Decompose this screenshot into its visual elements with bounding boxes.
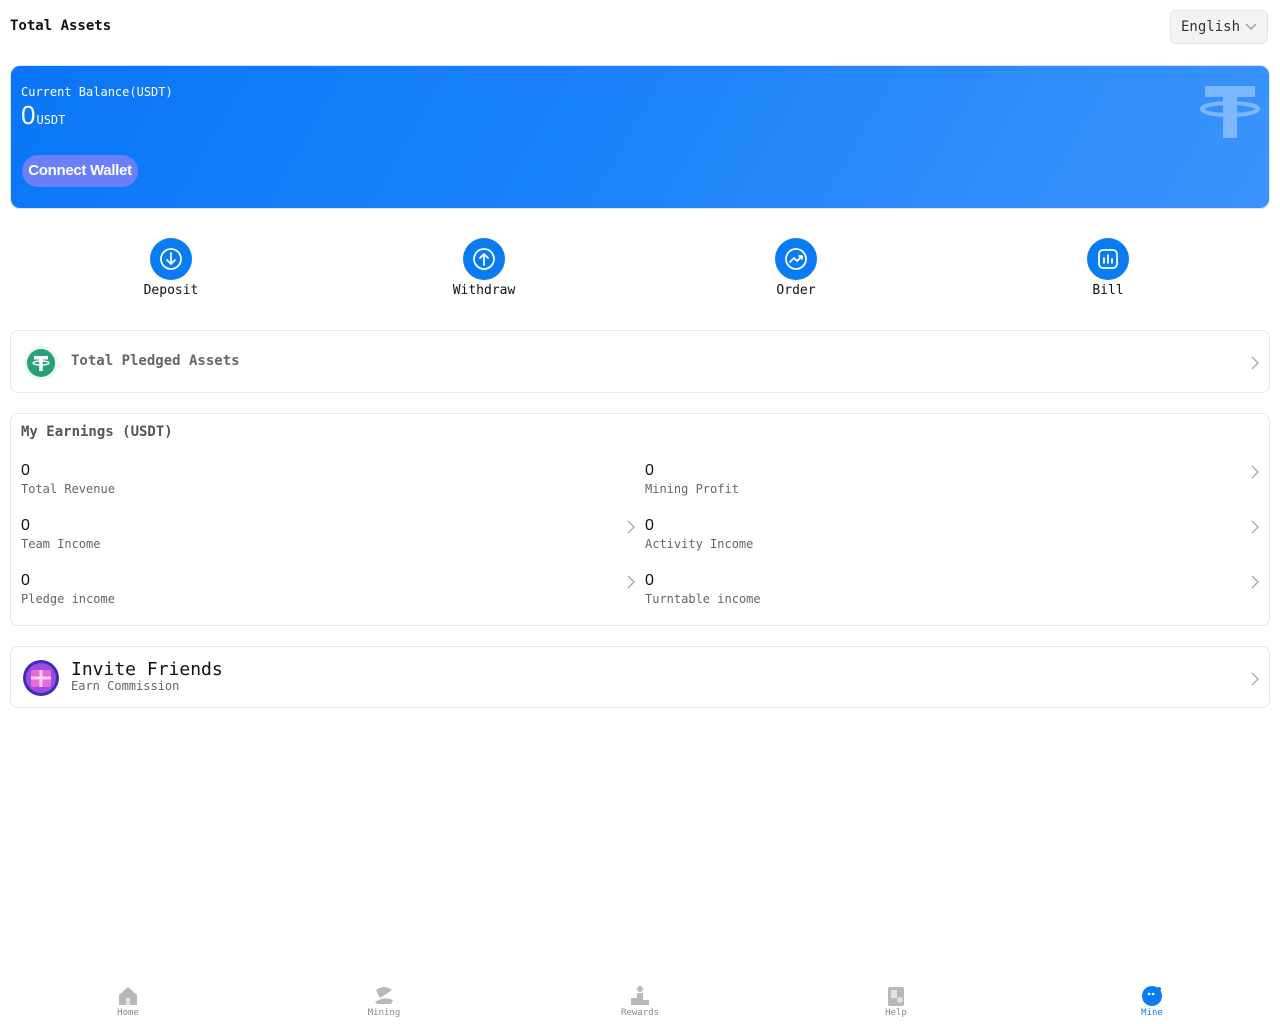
tab-mine-label: Mine — [1141, 1008, 1163, 1018]
tab-mining-label: Mining — [367, 1008, 401, 1018]
invite-friends-subtitle: Earn Commission — [71, 679, 180, 693]
total-revenue-label: Total Revenue — [21, 482, 115, 496]
header: Total Assets English — [0, 0, 1280, 56]
withdraw-icon — [463, 238, 505, 280]
mining-icon — [372, 984, 396, 1008]
language-select[interactable]: English — [1170, 10, 1268, 44]
chevron-right-icon — [1248, 519, 1262, 534]
balance-label: Current Balance(USDT) — [21, 85, 173, 99]
team-income-item[interactable]: 0 Team Income — [21, 517, 636, 562]
tether-coin-icon — [23, 345, 59, 385]
mine-icon — [1140, 984, 1164, 1008]
balance-amount: 0USDT — [21, 100, 65, 131]
tab-rewards[interactable]: Rewards — [600, 978, 680, 1018]
home-icon — [116, 984, 140, 1008]
withdraw-label: Withdraw — [452, 283, 516, 298]
tab-help[interactable]: Help — [856, 978, 936, 1018]
page-title: Total Assets — [10, 18, 112, 34]
withdraw-button[interactable]: Withdraw — [424, 238, 544, 298]
team-income-value: 0 — [21, 517, 30, 534]
activity-income-label: Activity Income — [645, 537, 754, 551]
my-earnings-panel: My Earnings (USDT) 0 Total Revenue 0 Min… — [10, 413, 1270, 626]
mining-profit-value: 0 — [645, 462, 654, 479]
turntable-income-value: 0 — [645, 572, 654, 589]
language-value: English — [1181, 19, 1241, 35]
balance-value: 0 — [21, 100, 36, 130]
chevron-right-icon — [624, 519, 638, 534]
chevron-right-icon — [1248, 464, 1262, 479]
tab-mine[interactable]: Mine — [1112, 978, 1192, 1018]
balance-card: Current Balance(USDT) 0USDT Connect Wall… — [10, 65, 1270, 209]
chevron-right-icon — [624, 574, 638, 589]
pledge-income-label: Pledge income — [21, 592, 115, 606]
total-pledged-assets-row[interactable]: Total Pledged Assets — [10, 330, 1270, 393]
chevron-right-icon — [1248, 355, 1262, 370]
order-button[interactable]: Order — [736, 238, 856, 298]
total-revenue-value: 0 — [21, 462, 30, 479]
bill-icon — [1087, 238, 1129, 280]
tab-mining[interactable]: Mining — [344, 978, 424, 1018]
tab-help-label: Help — [885, 1008, 907, 1018]
activity-income-value: 0 — [645, 517, 654, 534]
chevron-right-icon — [1248, 574, 1262, 589]
chevron-right-icon — [1248, 671, 1262, 686]
turntable-income-label: Turntable income — [645, 592, 761, 606]
rewards-icon — [628, 984, 652, 1008]
order-icon — [775, 238, 817, 280]
bill-label: Bill — [1092, 283, 1124, 298]
tab-home[interactable]: Home — [88, 978, 168, 1018]
bill-button[interactable]: Bill — [1048, 238, 1168, 298]
help-icon — [884, 984, 908, 1008]
pledge-income-value: 0 — [21, 572, 30, 589]
turntable-income-item[interactable]: 0 Turntable income — [645, 572, 1260, 617]
deposit-label: Deposit — [143, 283, 199, 298]
team-income-label: Team Income — [21, 537, 101, 551]
total-revenue-item: 0 Total Revenue — [21, 462, 636, 507]
tab-rewards-label: Rewards — [621, 1008, 659, 1018]
invite-friends-row[interactable]: Invite Friends Earn Commission — [10, 646, 1270, 708]
invite-friends-title: Invite Friends — [71, 659, 223, 680]
bottom-tab-bar: Home Mining Rewards Help Mine — [0, 978, 1280, 1024]
deposit-button[interactable]: Deposit — [111, 238, 231, 298]
gift-icon — [22, 659, 60, 701]
mining-profit-label: Mining Profit — [645, 482, 739, 496]
activity-income-item[interactable]: 0 Activity Income — [645, 517, 1260, 562]
mining-profit-item[interactable]: 0 Mining Profit — [645, 462, 1260, 507]
balance-unit: USDT — [36, 113, 66, 127]
tab-home-label: Home — [117, 1008, 139, 1018]
deposit-icon — [150, 238, 192, 280]
order-label: Order — [776, 283, 816, 298]
total-pledged-assets-label: Total Pledged Assets — [71, 353, 240, 369]
connect-wallet-button[interactable]: Connect Wallet — [22, 155, 138, 187]
quick-actions: Deposit Withdraw Order Bill — [0, 238, 1280, 308]
pledge-income-item[interactable]: 0 Pledge income — [21, 572, 636, 617]
tether-watermark-icon — [1199, 82, 1261, 144]
my-earnings-title: My Earnings (USDT) — [21, 424, 173, 440]
chevron-down-icon — [1245, 19, 1257, 37]
